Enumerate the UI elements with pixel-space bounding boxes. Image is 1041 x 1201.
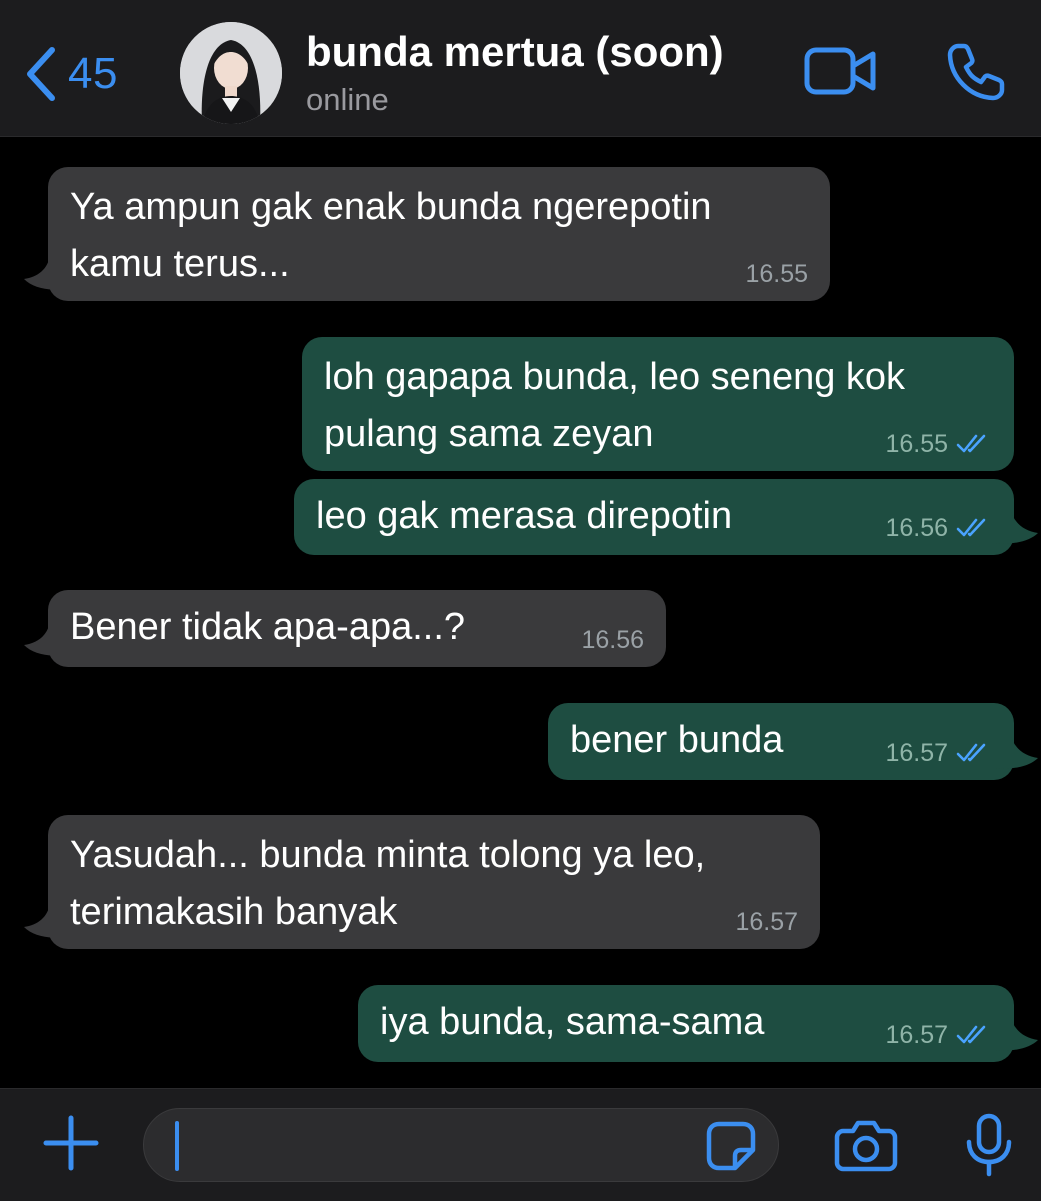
read-receipt-icon [956,743,986,762]
message-bubble-incoming[interactable]: Yasudah... bunda minta tolong ya leo, te… [48,815,820,949]
contact-status: online [306,82,389,117]
chevron-left-icon [27,47,55,101]
bubble-tail [996,734,1038,769]
sticker-icon [706,1121,756,1171]
voice-call-button[interactable] [944,40,1008,109]
contact-photo [180,22,282,124]
message-bubble-outgoing[interactable]: leo gak merasa direpotin 16.56 [294,479,1014,555]
message-bubble-outgoing[interactable]: iya bunda, sama-sama 16.57 [358,985,1014,1062]
message-time: 16.57 [885,1021,948,1049]
message-time: 16.55 [745,260,808,288]
chat-header: 45 bunda mertua (soon) online [0,0,1041,137]
bubble-tail [996,1016,1038,1051]
read-receipt-icon [956,1025,986,1044]
message-time: 16.56 [581,626,644,654]
message-text: leo gak merasa direpotin [316,495,733,537]
message-time: 16.57 [885,739,948,767]
text-cursor [175,1121,179,1171]
sticker-button[interactable] [705,1120,757,1177]
message-time: 16.56 [885,514,948,542]
bubble-tail [996,509,1038,544]
contact-name[interactable]: bunda mertua (soon) [306,28,724,76]
back-button[interactable]: 45 [22,42,118,106]
phone-icon [947,43,1005,101]
plus-icon [43,1115,99,1171]
message-bubble-incoming[interactable]: Ya ampun gak enak bunda ngerepotin kamu … [48,167,830,301]
bubble-tail [24,621,62,656]
unread-count: 45 [68,49,118,98]
message-time: 16.55 [885,430,948,458]
message-text: Yasudah... bunda minta tolong ya leo, te… [70,834,706,933]
attach-button[interactable] [40,1112,102,1179]
message-input[interactable] [143,1108,779,1182]
message-text: Bener tidak apa-apa...? [70,606,466,648]
message-text: Ya ampun gak enak bunda ngerepotin kamu … [70,186,712,285]
bubble-tail [24,903,62,938]
camera-icon [834,1120,898,1172]
camera-button[interactable] [833,1117,899,1178]
message-text: bener bunda [570,719,784,761]
message-bubble-outgoing[interactable]: loh gapapa bunda, leo seneng kok pulang … [302,337,1014,471]
read-receipt-icon [956,434,986,453]
message-text: loh gapapa bunda, leo seneng kok pulang … [324,356,906,455]
message-bubble-incoming[interactable]: Bener tidak apa-apa...? 16.56 [48,590,666,667]
video-call-icon [804,47,876,95]
voice-message-button[interactable] [963,1112,1015,1183]
message-list[interactable]: Ya ampun gak enak bunda ngerepotin kamu … [0,137,1041,1087]
bubble-tail [24,255,62,290]
avatar[interactable] [180,22,282,124]
message-text: iya bunda, sama-sama [380,1001,765,1043]
microphone-icon [966,1113,1012,1177]
message-time: 16.57 [735,908,798,936]
read-receipt-icon [956,518,986,537]
video-call-button[interactable] [803,44,879,103]
message-bubble-outgoing[interactable]: bener bunda 16.57 [548,703,1014,780]
